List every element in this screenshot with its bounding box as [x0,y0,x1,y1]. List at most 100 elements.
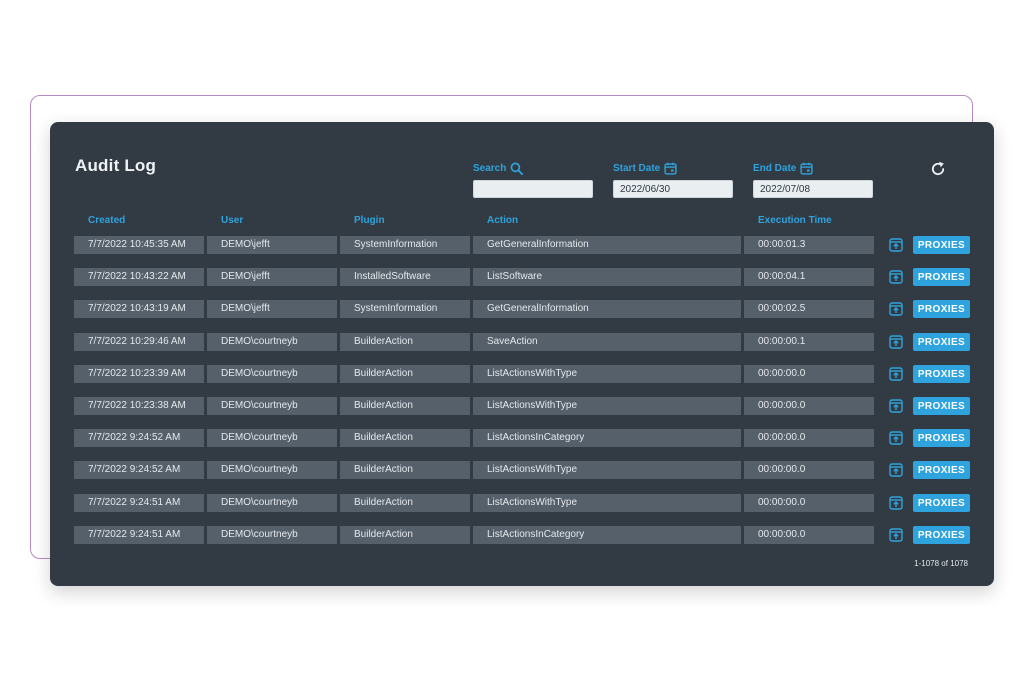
cell-action: ListSoftware [473,268,741,286]
table-row[interactable]: 7/7/2022 9:24:51 AM DEMO\courtneyb Builder… [74,526,975,544]
proxies-button[interactable]: PROXIES [913,236,970,254]
cell-plugin: SystemInformation [340,236,470,254]
cell-execution-time: 00:00:04.1 [744,268,874,286]
table-row[interactable]: 7/7/2022 10:23:39 AM DEMO\courtneyb Builde… [74,365,975,383]
export-icon[interactable] [889,302,903,316]
pagination-info: 1-1078 of 1078 [914,559,968,568]
column-header-execution-time[interactable]: Execution Time [758,215,832,226]
export-icon[interactable] [889,270,903,284]
column-header-action[interactable]: Action [487,215,518,226]
proxies-button[interactable]: PROXIES [913,526,970,544]
cell-created: 7/7/2022 10:43:19 AM [74,300,204,318]
cell-plugin: BuilderAction [340,365,470,383]
table-row[interactable]: 7/7/2022 10:43:22 AM DEMO\jefft InstalledS… [74,268,975,286]
end-date-label: End Date [753,163,797,174]
cell-user: DEMO\jefft [207,268,337,286]
proxies-button[interactable]: PROXIES [913,333,970,351]
cell-created: 7/7/2022 9:24:51 AM [74,494,204,512]
cell-user: DEMO\courtneyb [207,333,337,351]
cell-created: 7/7/2022 9:24:52 AM [74,461,204,479]
cell-user: DEMO\courtneyb [207,461,337,479]
export-icon[interactable] [889,335,903,349]
cell-execution-time: 00:00:00.0 [744,365,874,383]
end-date-input[interactable] [753,180,873,198]
cell-execution-time: 00:00:00.0 [744,526,874,544]
proxies-button[interactable]: PROXIES [913,397,970,415]
cell-created: 7/7/2022 10:23:38 AM [74,397,204,415]
calendar-icon[interactable] [664,162,677,175]
cell-user: DEMO\jefft [207,300,337,318]
cell-user: DEMO\jefft [207,236,337,254]
cell-created: 7/7/2022 9:24:51 AM [74,526,204,544]
cell-execution-time: 00:00:02.5 [744,300,874,318]
export-icon[interactable] [889,528,903,542]
cell-user: DEMO\courtneyb [207,494,337,512]
search-icon[interactable] [510,162,524,175]
export-icon[interactable] [889,367,903,381]
cell-created: 7/7/2022 10:23:39 AM [74,365,204,383]
proxies-button[interactable]: PROXIES [913,461,970,479]
cell-execution-time: 00:00:00.0 [744,494,874,512]
export-icon[interactable] [889,496,903,510]
cell-created: 7/7/2022 10:45:35 AM [74,236,204,254]
cell-action: ListActionsWithType [473,397,741,415]
cell-created: 7/7/2022 10:29:46 AM [74,333,204,351]
cell-action: ListActionsWithType [473,494,741,512]
cell-plugin: BuilderAction [340,397,470,415]
cell-action: ListActionsWithType [473,461,741,479]
proxies-button[interactable]: PROXIES [913,268,970,286]
start-date-label: Start Date [613,163,661,174]
cell-user: DEMO\courtneyb [207,429,337,447]
table-row[interactable]: 7/7/2022 10:45:35 AM DEMO\jefft SystemInfo… [74,236,975,254]
search-input[interactable] [473,180,593,198]
cell-created: 7/7/2022 9:24:52 AM [74,429,204,447]
cell-action: SaveAction [473,333,741,351]
export-icon[interactable] [889,238,903,252]
proxies-button[interactable]: PROXIES [913,429,970,447]
cell-execution-time: 00:00:01.3 [744,236,874,254]
table-row[interactable]: 7/7/2022 10:23:38 AM DEMO\courtneyb Builde… [74,397,975,415]
export-icon[interactable] [889,399,903,413]
cell-action: GetGeneralInformation [473,236,741,254]
calendar-icon[interactable] [800,162,813,175]
cell-user: DEMO\courtneyb [207,365,337,383]
column-header-created[interactable]: Created [88,215,125,226]
cell-plugin: BuilderAction [340,494,470,512]
column-header-user[interactable]: User [221,215,243,226]
table-row[interactable]: 7/7/2022 9:24:51 AM DEMO\courtneyb Builder… [74,494,975,512]
cell-execution-time: 00:00:00.0 [744,461,874,479]
cell-user: DEMO\courtneyb [207,397,337,415]
search-label: Search [473,163,507,174]
page-title: Audit Log [75,156,157,175]
cell-action: ListActionsInCategory [473,526,741,544]
cell-action: GetGeneralInformation [473,300,741,318]
cell-user: DEMO\courtneyb [207,526,337,544]
audit-log-panel: Audit Log Search Start Date End Date Cre… [50,122,994,586]
export-icon[interactable] [889,463,903,477]
cell-plugin: SystemInformation [340,300,470,318]
cell-execution-time: 00:00:00.0 [744,397,874,415]
proxies-button[interactable]: PROXIES [913,300,970,318]
start-date-input[interactable] [613,180,733,198]
search-label-group: Search [473,162,524,175]
export-icon[interactable] [889,431,903,445]
cell-created: 7/7/2022 10:43:22 AM [74,268,204,286]
cell-plugin: BuilderAction [340,461,470,479]
table-row[interactable]: 7/7/2022 9:24:52 AM DEMO\courtneyb Builder… [74,461,975,479]
refresh-icon[interactable] [929,160,947,178]
start-date-label-group: Start Date [613,162,677,175]
cell-plugin: BuilderAction [340,429,470,447]
end-date-label-group: End Date [753,162,813,175]
cell-execution-time: 00:00:00.1 [744,333,874,351]
cell-execution-time: 00:00:00.0 [744,429,874,447]
cell-action: ListActionsInCategory [473,429,741,447]
table-row[interactable]: 7/7/2022 10:29:46 AM DEMO\courtneyb Builde… [74,333,975,351]
proxies-button[interactable]: PROXIES [913,365,970,383]
cell-plugin: BuilderAction [340,526,470,544]
cell-plugin: InstalledSoftware [340,268,470,286]
proxies-button[interactable]: PROXIES [913,494,970,512]
table-row[interactable]: 7/7/2022 9:24:52 AM DEMO\courtneyb Builder… [74,429,975,447]
cell-plugin: BuilderAction [340,333,470,351]
column-header-plugin[interactable]: Plugin [354,215,385,226]
table-row[interactable]: 7/7/2022 10:43:19 AM DEMO\jefft SystemInfo… [74,300,975,318]
